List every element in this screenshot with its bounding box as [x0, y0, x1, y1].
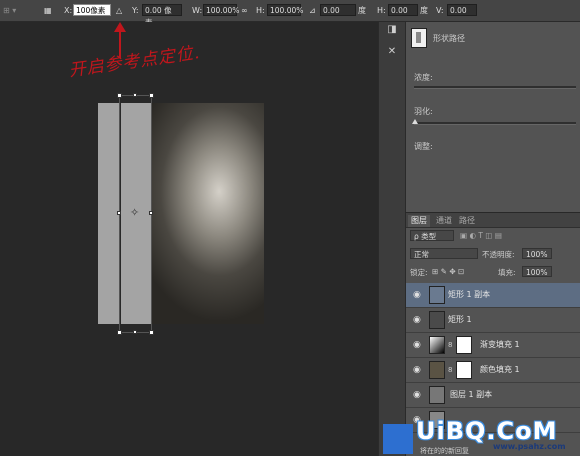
relative-position-icon[interactable]: △: [116, 4, 122, 17]
watermark-logo-box: [383, 424, 413, 454]
eye-icon[interactable]: ◉: [413, 290, 421, 300]
layer-thumbnail: [429, 386, 445, 404]
watermark-partial-text: 将在的的新回复: [420, 447, 469, 455]
layer-row[interactable]: ◉ 矩形 1 副本: [406, 283, 580, 308]
layer-filter-select[interactable]: ρ 类型: [410, 230, 454, 241]
lock-icons[interactable]: ⊞ ✎ ✥ ⊡: [432, 267, 464, 276]
shape-path-label: 形状路径: [433, 34, 465, 43]
angle-icon: ⊿: [309, 6, 316, 15]
layer-name: 图层 1 副本: [450, 390, 493, 399]
watermark-url: www.psahz.com: [493, 442, 566, 451]
filter-icons[interactable]: ▣ ◐ T ◫ ▤: [460, 231, 502, 240]
rectangle-shape-left[interactable]: [98, 103, 119, 324]
feather-slider-knob[interactable]: [412, 119, 418, 124]
w-field[interactable]: 100.00%: [203, 4, 239, 16]
layer-row[interactable]: ◉ 8 渐变填充 1: [406, 333, 580, 358]
layer-name: 颜色填充 1: [480, 365, 520, 374]
transform-handle[interactable]: [117, 93, 122, 98]
w-label: W:: [192, 6, 203, 15]
shape-path-thumbnail: [411, 28, 427, 48]
link-icon: 8: [448, 366, 453, 374]
tab-channels[interactable]: 通道: [433, 215, 455, 227]
reference-point-icon[interactable]: ✧: [130, 206, 139, 219]
tab-paths[interactable]: 路径: [456, 215, 478, 227]
link-icon: 8: [448, 341, 453, 349]
vskew-label: V:: [436, 6, 444, 15]
layer-thumbnail: [429, 286, 445, 304]
transform-handle[interactable]: [149, 330, 154, 335]
layer-mask[interactable]: [456, 361, 472, 379]
eye-icon[interactable]: ◉: [413, 315, 421, 325]
tools-icon[interactable]: ✕: [386, 46, 398, 58]
options-bar: ⊞ ▾ ▦ X: 100像素 △ Y: 0.00 像素 W: 100.00% ∞…: [0, 0, 580, 27]
layer-row[interactable]: ◉ 矩形 1: [406, 308, 580, 333]
layer-name: 渐变填充 1: [480, 340, 520, 349]
transform-handle[interactable]: [117, 330, 122, 335]
layer-mask[interactable]: [456, 336, 472, 354]
transform-handle[interactable]: [117, 211, 121, 215]
transform-handle[interactable]: [149, 93, 154, 98]
lock-label: 锁定:: [410, 268, 428, 277]
transform-tool-icon[interactable]: ⊞ ▾: [3, 4, 16, 17]
fill-field[interactable]: 100%: [522, 266, 552, 277]
fill-label: 填充:: [498, 268, 516, 277]
vskew-field[interactable]: 0.00: [447, 4, 477, 16]
background-image: [152, 103, 264, 324]
color-fill-thumbnail: [429, 361, 445, 379]
h-field[interactable]: 100.00%: [267, 4, 303, 16]
link-icon[interactable]: ∞: [241, 4, 248, 17]
hskew-label: H:: [377, 6, 386, 15]
properties-panel: 形状路径 浓度: 羽化: 调整:: [405, 22, 580, 212]
gradient-thumbnail: [429, 336, 445, 354]
transform-handle[interactable]: [149, 211, 153, 215]
angle-unit: 度: [358, 6, 366, 15]
opacity-label: 不透明度:: [482, 250, 515, 259]
layer-name: 矩形 1 副本: [448, 290, 491, 299]
y-label: Y:: [132, 6, 139, 15]
layers-tabs: 图层 通道 路径: [406, 213, 580, 228]
density-label: 浓度:: [414, 73, 433, 82]
eye-icon[interactable]: ◉: [413, 365, 421, 375]
opacity-field[interactable]: 100%: [522, 248, 552, 259]
x-field[interactable]: 100像素: [73, 4, 111, 16]
adjust-label: 调整:: [414, 142, 433, 151]
transform-handle[interactable]: [133, 330, 137, 334]
layer-thumbnail: [429, 311, 445, 329]
feather-slider[interactable]: [414, 122, 576, 125]
watermark-logo-text: UiBQ.CoM: [416, 417, 558, 445]
layer-row[interactable]: ◉ 8 颜色填充 1: [406, 358, 580, 383]
eye-icon[interactable]: ◉: [413, 340, 421, 350]
panel-dock: ◨ ✕: [378, 22, 405, 456]
layer-row[interactable]: ◉ 图层 1 副本: [406, 383, 580, 408]
transform-handle[interactable]: [133, 93, 137, 97]
x-label: X:: [64, 6, 73, 15]
feather-label: 羽化:: [414, 107, 433, 116]
layer-name: 矩形 1: [448, 315, 472, 324]
h-label: H:: [256, 6, 265, 15]
hskew-unit: 度: [420, 6, 428, 15]
tab-layers[interactable]: 图层: [408, 215, 430, 227]
properties-icon[interactable]: ◨: [386, 24, 398, 36]
watermark: UiBQ.CoM www.psahz.com 将在的的新回复: [380, 414, 580, 456]
hskew-field[interactable]: 0.00: [388, 4, 418, 16]
reference-point-icon[interactable]: ▦: [44, 4, 52, 17]
density-slider[interactable]: [414, 86, 576, 89]
blend-mode-select[interactable]: 正常: [410, 248, 478, 259]
eye-icon[interactable]: ◉: [413, 390, 421, 400]
angle-field[interactable]: 0.00: [320, 4, 356, 16]
y-field[interactable]: 0.00 像素: [142, 4, 182, 27]
